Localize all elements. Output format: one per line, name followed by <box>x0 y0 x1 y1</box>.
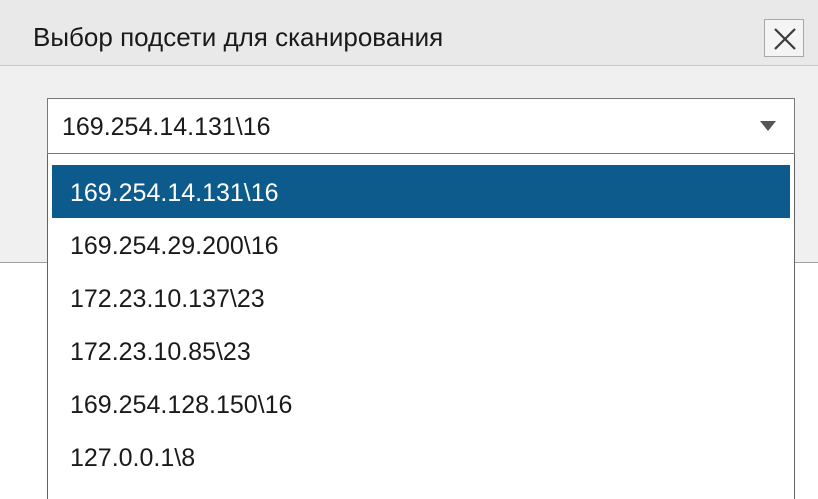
combobox-value: 169.254.14.131\16 <box>62 113 271 141</box>
option-label: 169.254.128.150\16 <box>70 391 293 419</box>
dialog-title: Выбор подсети для сканирования <box>33 22 444 52</box>
subnet-option[interactable]: 172.23.10.85\23 <box>52 324 790 377</box>
option-label: 169.254.14.131\16 <box>70 179 279 207</box>
option-label: 127.0.0.1\8 <box>70 444 196 472</box>
subnet-option[interactable]: 169.254.128.150\16 <box>52 377 790 430</box>
subnet-option[interactable]: 172.23.10.137\23 <box>52 271 790 324</box>
dropdown-arrow-icon[interactable] <box>760 121 776 131</box>
subnet-dropdown-list: 169.254.14.131\16 169.254.29.200\16 172.… <box>47 154 795 499</box>
subnet-option[interactable]: 127.0.0.1\8 <box>52 430 790 483</box>
subnet-combobox[interactable]: 169.254.14.131\16 <box>47 98 795 154</box>
dialog-titlebar: Выбор подсети для сканирования <box>0 0 818 66</box>
subnet-option[interactable]: 169.254.29.200\16 <box>52 218 790 271</box>
close-icon <box>774 28 796 50</box>
subnet-option-selected[interactable]: 169.254.14.131\16 <box>52 165 790 218</box>
close-button[interactable] <box>764 19 804 57</box>
option-label: 169.254.29.200\16 <box>70 232 279 260</box>
option-label: 172.23.10.85\23 <box>70 338 251 366</box>
option-label: 172.23.10.137\23 <box>70 285 265 313</box>
